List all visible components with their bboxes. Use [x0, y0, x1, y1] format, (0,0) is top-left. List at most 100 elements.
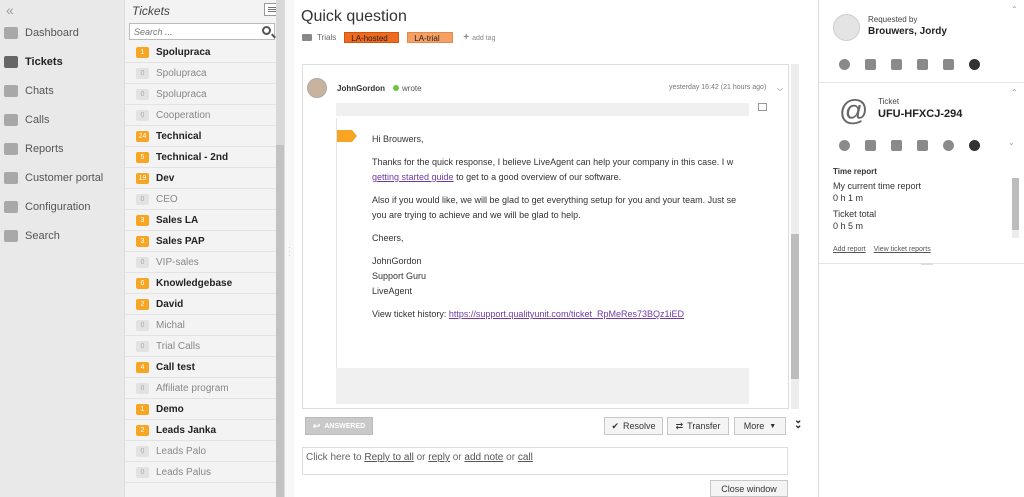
nav-item-reports[interactable]: Reports: [0, 137, 125, 161]
department-item[interactable]: 0 Michal: [125, 315, 276, 336]
message-scrollbar[interactable]: [791, 64, 799, 409]
expand-icon[interactable]: [758, 103, 767, 111]
message-author[interactable]: JohnGordon: [337, 84, 385, 93]
shield-icon[interactable]: [943, 59, 954, 70]
chevron-down-icon[interactable]: ⌄: [1008, 138, 1015, 147]
mail-icon[interactable]: [917, 59, 928, 70]
department-item[interactable]: 1 Spolupraca: [125, 42, 276, 63]
unread-count-badge: 0: [136, 67, 149, 79]
message-card: JohnGordon wrote yesterday 16:42 (21 hou…: [302, 64, 789, 409]
document-icon[interactable]: [891, 59, 902, 70]
department-item[interactable]: 6 Knowledgebase: [125, 273, 276, 294]
department-item[interactable]: 24 Technical: [125, 126, 276, 147]
tag-la-hosted[interactable]: LA-hosted: [344, 31, 400, 43]
users-icon[interactable]: [865, 140, 876, 151]
department-item[interactable]: 5 Technical - 2nd: [125, 147, 276, 168]
department-name: Leads Palo: [156, 445, 207, 457]
activity-icon[interactable]: [969, 59, 980, 70]
call-link[interactable]: call: [518, 452, 533, 463]
department-name: Spolupraca: [156, 67, 207, 79]
time-report-links: Add report View ticket reports: [833, 246, 937, 253]
department-item[interactable]: 1 Demo: [125, 399, 276, 420]
department-item[interactable]: 0 Affiliate program: [125, 378, 276, 399]
signature-line-2: Support Guru: [372, 271, 427, 281]
reply-box[interactable]: Click here to Reply to all or reply or a…: [302, 447, 788, 475]
nav-item-chats[interactable]: Chats: [0, 79, 125, 103]
more-button[interactable]: More ▼: [734, 417, 786, 435]
info-icon[interactable]: [839, 59, 850, 70]
tag-la-trial[interactable]: LA-trial: [407, 31, 454, 43]
chevron-up-icon[interactable]: ⌃: [1011, 5, 1018, 14]
add-note-link[interactable]: add note: [464, 452, 503, 463]
resize-grip[interactable]: [921, 263, 933, 265]
transfer-button[interactable]: ⇄ Transfer: [667, 417, 729, 435]
panel-splitter[interactable]: · · ·: [285, 0, 294, 497]
department-name: CEO: [156, 193, 178, 205]
department-item[interactable]: 0 VIP-sales: [125, 252, 276, 273]
checklist-icon[interactable]: [917, 140, 928, 151]
department-item[interactable]: 0 CEO: [125, 189, 276, 210]
chevron-up-icon[interactable]: ⌃: [1011, 88, 1018, 97]
quoted-text-bar[interactable]: [336, 103, 749, 116]
document-icon[interactable]: [891, 140, 902, 151]
message-options-chevron-icon[interactable]: ⌵: [777, 84, 783, 94]
ticket-folder[interactable]: Trials: [317, 33, 336, 42]
department-item[interactable]: 3 Sales LA: [125, 210, 276, 231]
department-name: Michal: [156, 319, 185, 331]
department-item[interactable]: 0 Leads Palus: [125, 462, 276, 483]
add-tag-button[interactable]: + add tag: [463, 32, 495, 43]
info-icon[interactable]: [839, 140, 850, 151]
time-entry-name: Ticket total: [833, 209, 877, 219]
nav-item-search[interactable]: Search: [0, 224, 125, 248]
paragraph-2-line-2: you are trying to achieve and we will be…: [372, 210, 581, 220]
requester-avatar: [833, 14, 860, 41]
message-scroll-thumb[interactable]: [791, 234, 799, 379]
reply-link[interactable]: reply: [428, 452, 450, 463]
nav-item-calls[interactable]: Calls: [0, 108, 125, 132]
requester-name[interactable]: Brouwers, Jordy: [868, 26, 947, 37]
answered-status-button[interactable]: ↩ ANSWERED: [305, 417, 373, 435]
resolve-button[interactable]: ✔ Resolve: [604, 417, 663, 435]
nav-item-tickets[interactable]: Tickets: [0, 50, 125, 74]
department-item[interactable]: 0 Spolupraca: [125, 63, 276, 84]
department-item[interactable]: 0 Spolupraca: [125, 84, 276, 105]
department-item[interactable]: 4 Call test: [125, 357, 276, 378]
add-report-link[interactable]: Add report: [833, 246, 866, 253]
list-scroll-thumb[interactable]: [276, 145, 284, 497]
ticket-history-link[interactable]: https://support.qualityunit.com/ticket_R…: [449, 309, 684, 319]
search-icon[interactable]: [262, 26, 271, 35]
signature-line-1: JohnGordon: [372, 256, 422, 266]
department-item[interactable]: 0 Trial Calls: [125, 336, 276, 357]
nav-item-customer-portal[interactable]: Customer portal: [0, 166, 125, 190]
unread-count-badge: 19: [136, 172, 149, 184]
department-item[interactable]: 0 Cooperation: [125, 105, 276, 126]
list-scrollbar[interactable]: [276, 0, 284, 497]
paragraph-2-line-1: Also if you would like, we will be glad …: [372, 195, 737, 205]
time-report-scroll-thumb[interactable]: [1012, 178, 1019, 230]
greeting: Hi Brouwers,: [372, 134, 424, 144]
department-item[interactable]: 2 Leads Janka: [125, 420, 276, 441]
reply-to-all-link[interactable]: Reply to all: [364, 452, 413, 463]
department-item[interactable]: 19 Dev: [125, 168, 276, 189]
close-window-button[interactable]: Close window: [710, 480, 788, 497]
department-item[interactable]: 0 Leads Palo: [125, 441, 276, 462]
nav-item-dashboard[interactable]: Dashboard: [0, 21, 125, 45]
message-body: Hi Brouwers, Thanks for the quick respon…: [372, 132, 749, 330]
double-chevron-down-icon[interactable]: ⌄ ⌄: [794, 416, 802, 431]
clock-icon[interactable]: [943, 140, 954, 151]
department-item[interactable]: 2 David: [125, 294, 276, 315]
view-ticket-reports-link[interactable]: View ticket reports: [874, 246, 931, 253]
ticket-search-input[interactable]: [130, 24, 255, 40]
department-item[interactable]: 3 Sales PAP: [125, 231, 276, 252]
nav-item-configuration[interactable]: Configuration: [0, 195, 125, 219]
ticket-search: [129, 23, 275, 40]
unread-count-badge: 0: [136, 466, 149, 478]
nav-label: Customer portal: [25, 172, 104, 184]
unread-count-badge: 3: [136, 214, 149, 226]
collapse-nav-icon[interactable]: «: [6, 2, 14, 18]
main-nav: « Dashboard Tickets Chats Calls Reports …: [0, 0, 125, 497]
getting-started-link[interactable]: getting started guide: [372, 172, 454, 182]
screen-icon[interactable]: [865, 59, 876, 70]
stopwatch-icon[interactable]: [969, 140, 980, 151]
time-report-scrollbar[interactable]: [1012, 178, 1019, 238]
